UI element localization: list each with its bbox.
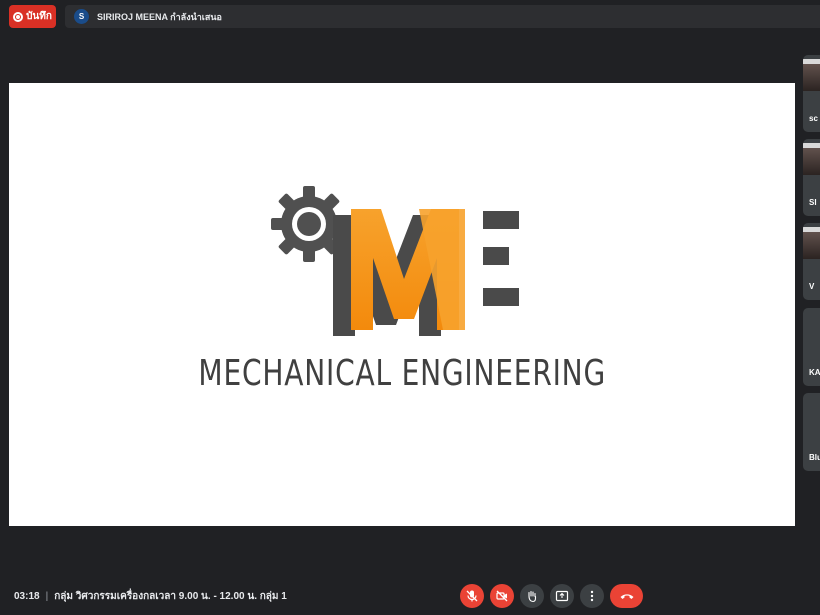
hang-up-icon [620,594,633,599]
letter-e-shape [483,211,519,306]
microphone-toggle-button[interactable] [460,584,484,608]
participant-tile[interactable]: sc [803,55,820,132]
presentation-slide: MECHANICAL ENGINEERING [9,83,795,526]
mic-off-icon [466,590,478,602]
participant-tile[interactable]: Blu [803,393,820,471]
meeting-clock: 03:18 [14,591,40,602]
record-button[interactable]: บันทึก [9,5,56,28]
raise-hand-icon [528,590,537,603]
more-options-icon [590,590,594,602]
meeting-title: กลุ่ม วิศวกรรมเครื่องกลเวลา 9.00 น. - 12… [54,591,287,602]
participant-name: Blu [809,453,820,462]
meeting-info: 03:18 | กลุ่ม วิศวกรรมเครื่องกลเวลา 9.00… [14,589,287,604]
participant-name: V [809,282,815,291]
presenter-avatar: S [74,9,89,24]
mechanical-engineering-logo [271,186,519,336]
meeting-separator: | [45,591,49,602]
participant-name: KA [809,368,820,377]
present-screen-button[interactable] [550,584,574,608]
presenter-text: SIRIROJ MEENA กำลังนำเสนอ [97,11,222,22]
present-screen-icon [555,590,569,602]
hang-up-button[interactable] [610,584,643,608]
participant-tile[interactable]: SI [803,139,820,216]
participant-name: sc [809,114,818,123]
camera-off-icon [496,590,508,602]
participant-name: SI [809,198,817,207]
camera-toggle-button[interactable] [490,584,514,608]
participant-tile[interactable]: KA [803,308,820,386]
record-label: บันทึก [26,11,52,22]
more-options-button[interactable] [580,584,604,608]
presenting-banner: S SIRIROJ MEENA กำลังนำเสนอ [65,5,820,28]
slide-caption: MECHANICAL ENGINEERING [198,353,607,394]
record-icon [13,11,24,22]
participant-tile[interactable]: V [803,223,820,300]
raise-hand-button[interactable] [520,584,544,608]
